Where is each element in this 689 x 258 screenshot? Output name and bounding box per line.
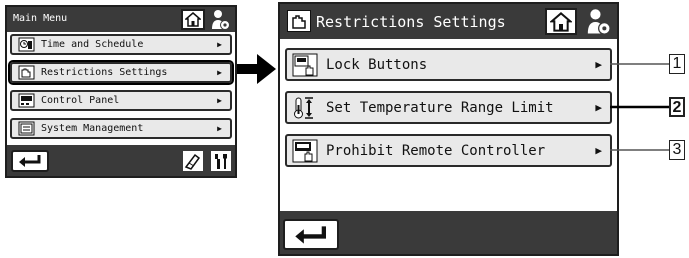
callout-number-1: 1: [669, 54, 685, 74]
callout-number-2: 2: [669, 97, 685, 117]
callout-number-3: 3: [669, 140, 685, 160]
callout-lines: [610, 63, 669, 151]
